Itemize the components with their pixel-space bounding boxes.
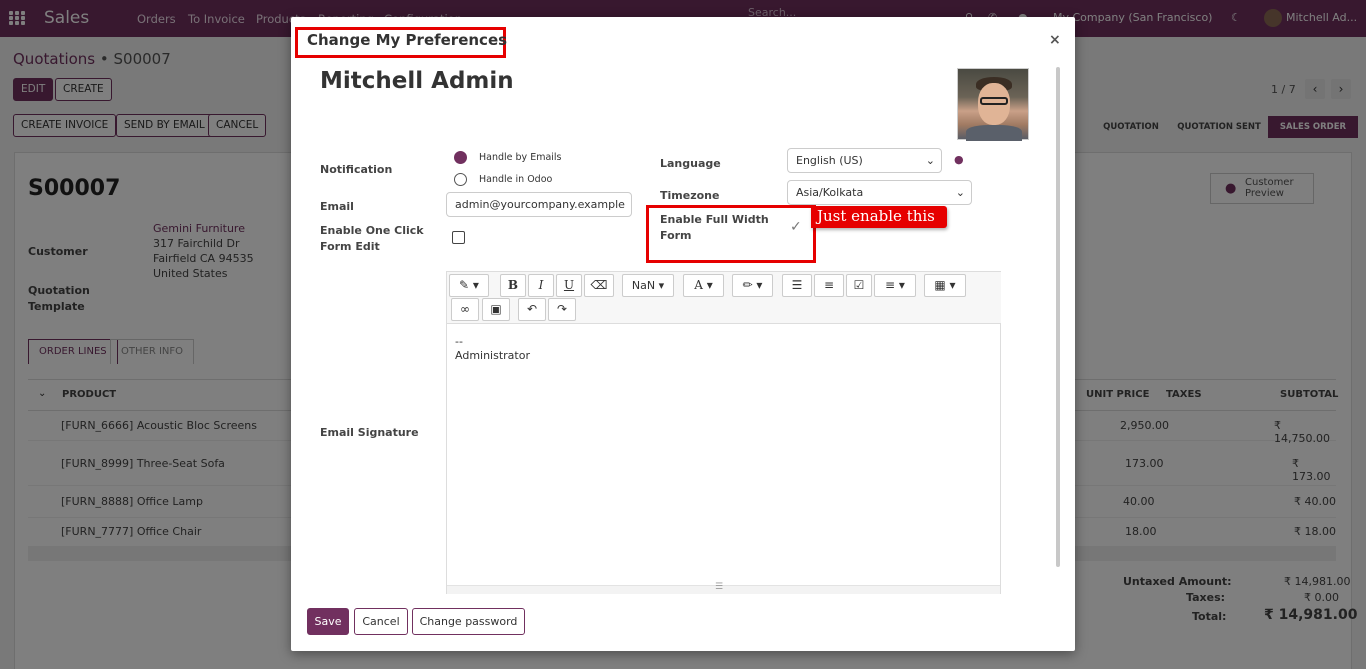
editor-toolbar: ✎ ▾ B I U ⌫ NaN ▾ A ▾ ✏ ▾ ☰ ≡ ☑ ≡ ▾ ▦ ▾ … [447,272,1001,324]
checklist-icon[interactable]: ☑ [846,274,872,297]
italic-icon[interactable]: I [528,274,554,297]
change-password-button[interactable]: Change password [412,608,525,635]
bold-icon[interactable]: B [500,274,526,297]
timezone-label: Timezone [660,189,720,202]
notification-label: Notification [320,163,393,176]
align-icon[interactable]: ≡ ▾ [874,274,916,297]
full-width-checkbox[interactable]: ✓ [790,219,802,235]
language-label: Language [660,157,721,170]
editor-resize-handle[interactable]: ☰ [447,582,1000,594]
one-click-edit-checkbox[interactable] [452,231,465,244]
radio-handle-by-emails[interactable] [454,151,467,164]
font-size-dropdown[interactable]: NaN ▾ [622,274,674,297]
undo-icon[interactable]: ↶ [518,298,546,321]
link-icon[interactable]: ∞ [451,298,479,321]
user-name: Mitchell Admin [320,68,514,94]
preferences-dialog: Change My Preferences × Mitchell Admin N… [291,17,1075,651]
bullet-list-icon[interactable]: ☰ [782,274,812,297]
email-label: Email [320,200,354,213]
user-photo[interactable] [957,68,1029,141]
chevron-down-icon: ⌄ [955,186,965,199]
email-field[interactable]: admin@yourcompany.example [446,192,632,217]
text-color-icon[interactable]: A ▾ [683,274,724,297]
radio-label-emails: Handle by Emails [479,152,562,163]
chevron-down-icon: ⌄ [925,154,935,167]
annotation-callout: Just enable this [811,206,947,228]
signature-line-1: -- [455,335,463,348]
radio-handle-in-odoo[interactable] [454,173,467,186]
full-width-label: Enable Full Width Form [660,213,769,242]
timezone-select[interactable]: Asia/Kolkata ⌄ [787,180,972,205]
redo-icon[interactable]: ↷ [548,298,576,321]
paint-brush-icon[interactable]: ✏ ▾ [732,274,773,297]
signature-line-2: Administrator [455,349,530,362]
dialog-title: Change My Preferences [307,31,508,49]
dialog-scrollbar[interactable] [1056,67,1060,567]
radio-label-odoo: Handle in Odoo [479,174,553,185]
language-value: English (US) [796,154,863,167]
magic-wand-icon[interactable]: ✎ ▾ [449,274,489,297]
close-icon[interactable]: × [1049,32,1061,48]
underline-icon[interactable]: U [556,274,582,297]
numbered-list-icon[interactable]: ≡ [814,274,844,297]
signature-editor[interactable]: ✎ ▾ B I U ⌫ NaN ▾ A ▾ ✏ ▾ ☰ ≡ ☑ ≡ ▾ ▦ ▾ … [446,271,1001,594]
globe-icon[interactable]: ● [954,153,964,166]
grip-icon: ☰ [715,582,724,592]
font-size-value: NaN [631,279,656,292]
email-signature-label: Email Signature [320,426,419,439]
language-select[interactable]: English (US) ⌄ [787,148,942,173]
one-click-edit-label: Enable One Click Form Edit [320,224,424,253]
eraser-icon[interactable]: ⌫ [584,274,614,297]
table-icon[interactable]: ▦ ▾ [924,274,966,297]
image-icon[interactable]: ▣ [482,298,510,321]
save-button[interactable]: Save [307,608,349,635]
cancel-button[interactable]: Cancel [354,608,408,635]
timezone-value: Asia/Kolkata [796,186,864,199]
